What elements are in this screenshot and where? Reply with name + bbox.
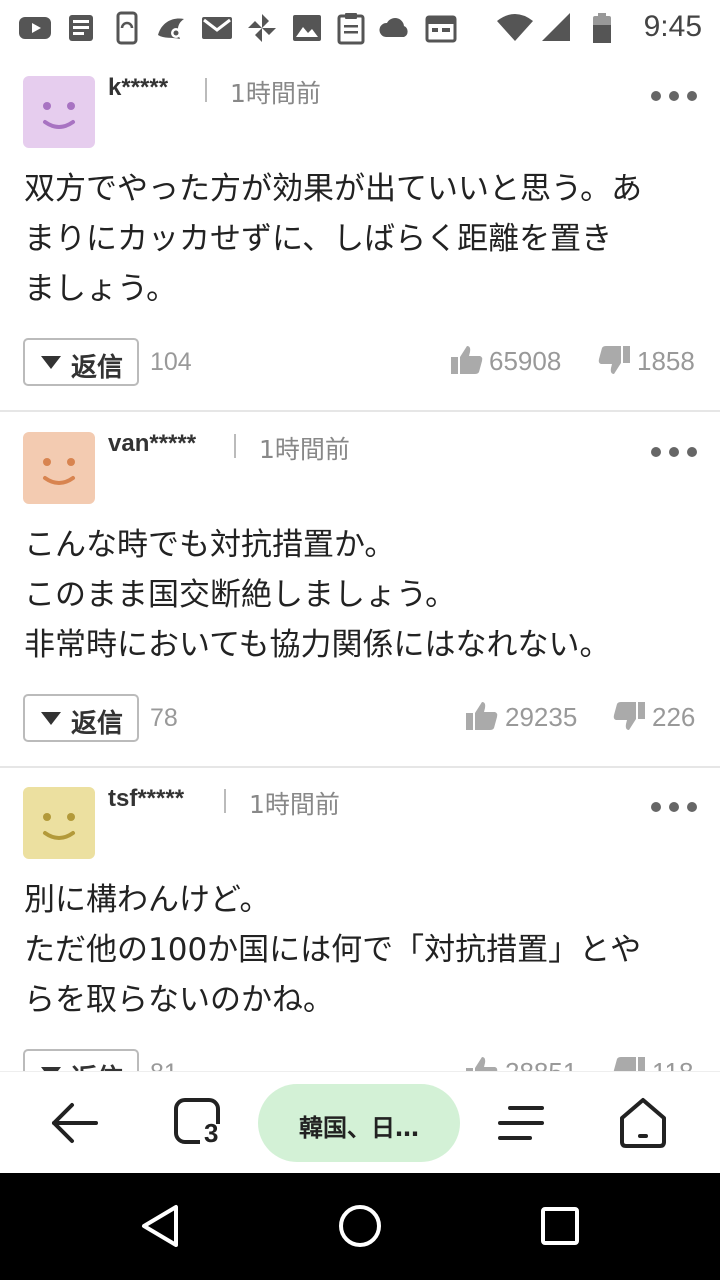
dislike-count: 118 xyxy=(652,1057,693,1071)
caret-down-icon xyxy=(41,712,61,725)
current-tab-title: 韓国、日… xyxy=(299,1114,419,1142)
dislike-count: 226 xyxy=(652,702,696,732)
thumbs-down-icon[interactable] xyxy=(612,1055,646,1071)
tabs-icon xyxy=(174,1098,226,1150)
more-options-icon[interactable] xyxy=(650,444,698,460)
current-tab-pill[interactable]: 韓国、日… xyxy=(258,1084,460,1162)
divider xyxy=(224,789,226,813)
youtube-icon xyxy=(19,17,51,39)
reply-count: 104 xyxy=(150,348,192,376)
signal-icon xyxy=(542,13,570,41)
back-arrow-icon[interactable] xyxy=(46,1094,104,1152)
tab-count: 3 xyxy=(204,1118,219,1148)
thumbs-up-icon[interactable] xyxy=(450,344,484,376)
thumbs-down-icon[interactable] xyxy=(597,344,631,376)
news-icon xyxy=(69,15,93,41)
avatar[interactable] xyxy=(23,76,95,148)
thumbs-down-icon[interactable] xyxy=(612,700,646,732)
smiley-face-icon xyxy=(43,458,75,485)
more-options-icon[interactable] xyxy=(650,88,698,104)
bird-icon xyxy=(158,18,184,39)
post-time: 1時間前 xyxy=(259,435,350,464)
wifi-icon xyxy=(497,14,533,41)
reply-count: 81 xyxy=(150,1059,178,1071)
reply-label: 返信 xyxy=(71,1058,123,1071)
divider xyxy=(234,434,236,458)
dislike-count: 1858 xyxy=(637,346,695,376)
pinwheel-icon xyxy=(248,14,276,42)
like-count: 29235 xyxy=(505,702,578,732)
like-count: 28851 xyxy=(505,1057,577,1071)
reply-label: 返信 xyxy=(71,353,124,383)
avatar[interactable] xyxy=(23,787,95,859)
clock: 9:45 xyxy=(643,10,702,43)
username: tsf***** xyxy=(108,785,185,812)
comment-body: こんな時でも対抗措置か。 このまま国交断絶しましょう。 非常時においても協力関係… xyxy=(24,527,611,663)
mail-icon xyxy=(202,17,232,39)
divider xyxy=(205,78,207,102)
image-icon xyxy=(293,15,321,41)
battery-icon xyxy=(593,13,611,43)
phone-sync-icon xyxy=(116,11,138,45)
reply-count: 78 xyxy=(150,704,178,732)
post-time: 1時間前 xyxy=(249,790,340,819)
system-navigation-bar xyxy=(0,1173,720,1280)
like-count: 65908 xyxy=(489,346,562,376)
smiley-face-icon xyxy=(43,813,75,840)
thumbs-up-icon[interactable] xyxy=(465,700,499,732)
post-time: 1時間前 xyxy=(230,79,321,108)
comment-item: van***** 1時間前 こんな時でも対抗措置か。 このまま国交断絶しましょう… xyxy=(0,412,720,768)
comment-list[interactable]: k***** 1時間前 双方でやった方が効果が出ていいと思う。あ まりにカッカせ… xyxy=(0,56,720,1071)
status-bar: 9:45 xyxy=(0,0,720,56)
nav-home-icon[interactable] xyxy=(335,1201,385,1251)
reply-button[interactable]: 返信 xyxy=(23,694,139,742)
username: k***** xyxy=(108,74,169,101)
caret-down-icon xyxy=(41,356,61,369)
nav-back-icon[interactable] xyxy=(136,1201,186,1251)
home-icon[interactable] xyxy=(614,1094,672,1152)
comment-body: 双方でやった方が効果が出ていいと思う。あ まりにカッカせずに、しばらく距離を置き… xyxy=(24,171,643,307)
thumbs-up-icon[interactable] xyxy=(465,1055,499,1071)
comment-item: tsf***** 1時間前 別に構わんけど。 ただ他の100か国には何で「対抗措… xyxy=(0,767,720,1071)
cloud-icon xyxy=(379,18,408,37)
smiley-face-icon xyxy=(43,102,75,129)
clipboard-icon xyxy=(337,13,365,45)
reply-button[interactable]: 返信 xyxy=(23,338,139,386)
more-options-icon[interactable] xyxy=(650,799,698,815)
reply-label: 返信 xyxy=(71,709,124,739)
avatar[interactable] xyxy=(23,432,95,504)
comment-body: 別に構わんけど。 ただ他の100か国には何で「対抗措置」とや らを取らないのかね… xyxy=(24,882,642,1018)
username: van***** xyxy=(108,430,197,457)
calendar-icon xyxy=(425,15,457,43)
tabs-button[interactable]: 3 xyxy=(170,1094,228,1152)
reply-button[interactable]: 返信 xyxy=(23,1049,139,1071)
menu-lines-icon[interactable] xyxy=(492,1094,550,1152)
browser-toolbar: 3 韓国、日… xyxy=(0,1071,720,1173)
comment-item: k***** 1時間前 双方でやった方が効果が出ていいと思う。あ まりにカッカせ… xyxy=(0,56,720,412)
nav-recents-icon[interactable] xyxy=(535,1201,585,1251)
